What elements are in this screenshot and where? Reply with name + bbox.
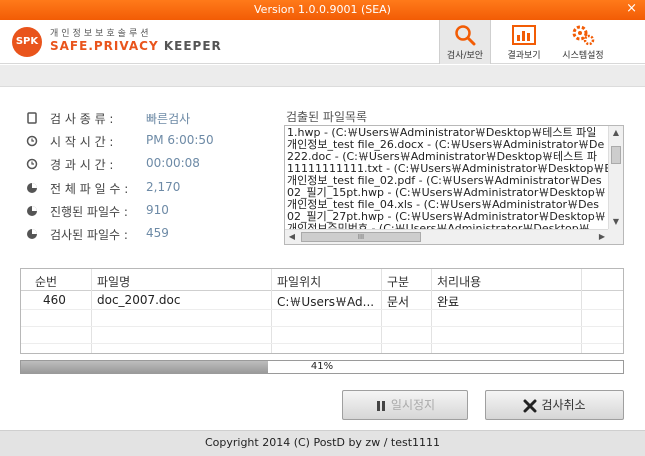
col-header-index[interactable]: 순번 xyxy=(35,273,57,290)
result-table[interactable]: 순번 파일명 파일위치 구분 처리내용 460 doc_2007.doc C:￦… xyxy=(20,268,624,354)
scroll-left-icon[interactable]: ◀ xyxy=(285,230,299,244)
cell-result: 완료 xyxy=(437,295,460,309)
table-row[interactable]: 460 doc_2007.doc C:￦Users￦Ad... 문서 완료 xyxy=(21,292,623,309)
col-header-filename[interactable]: 파일명 xyxy=(97,273,130,290)
elapsed-time-label: 경 과 시 간 : xyxy=(50,158,114,172)
column-divider xyxy=(431,269,432,353)
cell-index: 460 xyxy=(43,293,66,307)
elapsed-time-value: 00:00:08 xyxy=(146,156,200,170)
cell-type: 문서 xyxy=(387,295,410,309)
total-files-value: 2,170 xyxy=(146,180,181,194)
column-divider xyxy=(271,269,272,353)
logo-title: SAFE.PRIVACY KEEPER xyxy=(50,39,222,53)
col-header-type[interactable]: 구분 xyxy=(387,273,409,290)
logo-safe: SAFE. xyxy=(50,39,94,53)
clock-icon xyxy=(26,158,38,170)
table-header: 순번 파일명 파일위치 구분 처리내용 xyxy=(21,269,623,291)
logo-subtitle: 개인정보보호솔루션 xyxy=(50,29,152,39)
version-text: Version 1.0.0.9001 (SEA) xyxy=(254,3,391,16)
close-icon[interactable]: × xyxy=(626,1,637,16)
start-time-value: PM 6:00:50 xyxy=(146,133,214,147)
document-icon xyxy=(27,112,37,124)
logo-keeper: KEEPER xyxy=(158,39,222,53)
progressed-files-label: 진행된 파일수 : xyxy=(50,205,128,219)
pie-icon xyxy=(27,206,37,216)
nav-settings-button[interactable]: 시스템설정 xyxy=(557,20,609,64)
clock-icon xyxy=(26,135,38,147)
detected-lines: 1.hwp - (C:￦Users￦Administrator￦Desktop￦… xyxy=(287,127,609,235)
title-bar: Version 1.0.0.9001 (SEA) × xyxy=(0,0,645,20)
row-divider xyxy=(21,326,623,327)
logo-privacy: PRIVACY xyxy=(93,39,159,53)
app-header: SPK 개인정보보호솔루션 SAFE.PRIVACY KEEPER 검사/보안 … xyxy=(0,20,645,64)
col-header-result[interactable]: 처리내용 xyxy=(437,273,481,290)
row-divider xyxy=(21,343,623,344)
pause-button[interactable]: 일시정지 xyxy=(342,390,468,420)
horizontal-scrollbar[interactable]: ◀ III ▶ xyxy=(285,229,609,244)
nav-results-button[interactable]: 결과보기 xyxy=(498,20,550,64)
nav-results-label: 결과보기 xyxy=(507,51,541,61)
scroll-right-icon[interactable]: ▶ xyxy=(595,230,609,244)
col-header-location[interactable]: 파일위치 xyxy=(277,273,321,290)
scanned-files-value: 459 xyxy=(146,226,169,240)
horizontal-scroll-thumb[interactable]: III xyxy=(301,232,421,242)
nav-scan-label: 검사/보안 xyxy=(446,51,484,61)
copyright-text: Copyright 2014 (C) PostD by zw / test111… xyxy=(204,436,441,449)
vertical-scroll-thumb[interactable] xyxy=(611,146,621,164)
pie-icon xyxy=(27,229,37,239)
gears-icon xyxy=(557,24,609,46)
scan-type-label: 검 사 종 류 : xyxy=(50,112,114,126)
scroll-down-icon[interactable]: ▼ xyxy=(609,215,623,229)
progressed-files-value: 910 xyxy=(146,203,169,217)
start-time-label: 시 작 시 간 : xyxy=(50,135,114,149)
cell-location: C:￦Users￦Ad... xyxy=(277,295,375,309)
logo-badge: SPK xyxy=(12,27,42,57)
column-divider xyxy=(381,269,382,353)
pause-button-label: 일시정지 xyxy=(390,398,436,412)
row-divider xyxy=(21,309,623,310)
pie-icon xyxy=(27,183,37,193)
column-divider xyxy=(91,269,92,353)
magnifier-icon xyxy=(440,24,490,46)
footer: Copyright 2014 (C) PostD by zw / test111… xyxy=(0,430,645,456)
column-divider xyxy=(581,269,582,353)
vertical-scrollbar[interactable]: ▲ ▼ xyxy=(608,126,623,229)
scroll-up-icon[interactable]: ▲ xyxy=(609,126,623,140)
detected-file-list[interactable]: 1.hwp - (C:￦Users￦Administrator￦Desktop￦… xyxy=(284,125,624,245)
scan-type-value: 빠른검사 xyxy=(146,112,191,126)
pause-icon xyxy=(376,400,385,411)
total-files-label: 전 체 파 일 수 : xyxy=(50,182,129,196)
scrollbar-corner xyxy=(608,229,623,244)
detected-list-title: 검출된 파일목록 xyxy=(286,110,368,124)
nav-scan-button[interactable]: 검사/보안 xyxy=(439,20,491,64)
cancel-scan-button[interactable]: 검사취소 xyxy=(485,390,624,420)
progress-percent: 41% xyxy=(310,361,334,372)
nav-settings-label: 시스템설정 xyxy=(562,51,604,61)
sub-header-strip xyxy=(0,65,645,87)
cancel-button-label: 검사취소 xyxy=(541,398,586,412)
cell-filename: doc_2007.doc xyxy=(97,293,181,307)
x-icon xyxy=(523,399,537,412)
scan-progress-bar: 41% xyxy=(20,360,624,374)
bar-chart-icon xyxy=(498,24,550,46)
scanned-files-label: 검사된 파일수 : xyxy=(50,228,128,242)
